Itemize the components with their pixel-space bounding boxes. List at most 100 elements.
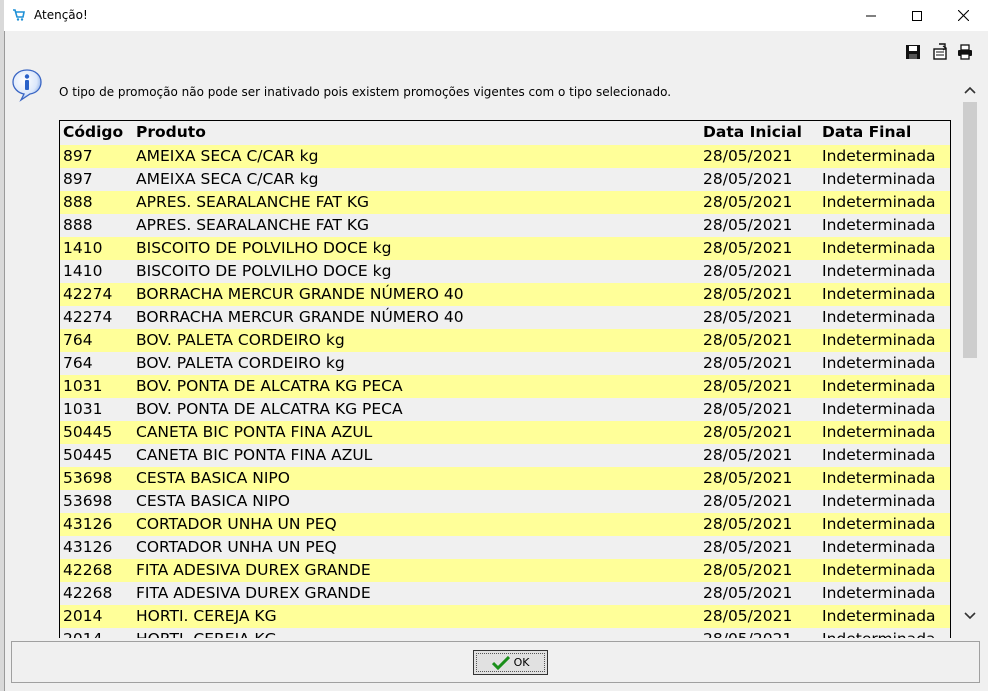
table-row[interactable]: 43126 CORTADOR UNHA UN PEQ 28/05/2021 Indet… — [60, 513, 950, 536]
cell-codigo: 43126 — [63, 538, 113, 556]
table-row[interactable]: 897 AMEIXA SECA C/CAR kg 28/05/2021 Indeter… — [60, 168, 950, 191]
cell-codigo: 764 — [63, 354, 93, 372]
table-row[interactable]: 43126 CORTADOR UNHA UN PEQ 28/05/2021 Indet… — [60, 536, 950, 559]
cell-codigo: 1031 — [63, 400, 103, 418]
cell-data-final: Indeterminada — [822, 538, 936, 556]
table-row[interactable]: 53698 CESTA BASICA NIPO 28/05/2021 Indeterm… — [60, 490, 950, 513]
cell-data-final: Indeterminada — [822, 285, 936, 303]
cell-data-final: Indeterminada — [822, 193, 936, 211]
cell-codigo: 1410 — [63, 239, 103, 257]
save-icon[interactable] — [904, 43, 922, 61]
cell-produto: BOV. PALETA CORDEIRO kg — [136, 354, 345, 372]
cell-produto: HORTI. CEREJA KG — [136, 607, 277, 625]
cell-data-final: Indeterminada — [822, 308, 936, 326]
table-header: Código Produto Data Inicial Data Final — [60, 121, 950, 145]
cell-data-inicial: 28/05/2021 — [703, 607, 793, 625]
cell-produto: AMEIXA SECA C/CAR kg — [136, 170, 319, 188]
print-icon[interactable] — [956, 43, 974, 61]
cell-codigo: 42274 — [63, 285, 113, 303]
cell-produto: CANETA BIC PONTA FINA AZUL — [136, 446, 373, 464]
cell-codigo: 42268 — [63, 561, 113, 579]
header-data-final: Data Final — [822, 123, 912, 141]
cell-data-final: Indeterminada — [822, 170, 936, 188]
ok-label: OK — [513, 656, 530, 669]
cell-data-final: Indeterminada — [822, 147, 936, 165]
cell-data-inicial: 28/05/2021 — [703, 492, 793, 510]
cell-codigo: 50445 — [63, 423, 113, 441]
cell-data-final: Indeterminada — [822, 354, 936, 372]
cell-produto: APRES. SEARALANCHE FAT KG — [136, 216, 370, 234]
cell-data-inicial: 28/05/2021 — [703, 216, 793, 234]
table-row[interactable]: 1031 BOV. PONTA DE ALCATRA KG PECA 28/05/2… — [60, 375, 950, 398]
cell-data-final: Indeterminada — [822, 584, 936, 602]
minimize-button[interactable] — [848, 0, 894, 31]
table-row[interactable]: 888 APRES. SEARALANCHE FAT KG 28/05/2021 In… — [60, 191, 950, 214]
cell-codigo: 42274 — [63, 308, 113, 326]
cell-codigo: 888 — [63, 193, 93, 211]
info-icon — [12, 69, 42, 102]
cell-data-inicial: 28/05/2021 — [703, 561, 793, 579]
ok-button[interactable]: OK — [473, 650, 548, 675]
close-icon — [957, 10, 969, 21]
cell-produto: CANETA BIC PONTA FINA AZUL — [136, 423, 373, 441]
cell-data-inicial: 28/05/2021 — [703, 538, 793, 556]
table-row[interactable]: 1410 BISCOITO DE POLVILHO DOCE kg 28/05/20… — [60, 237, 950, 260]
check-icon — [491, 655, 510, 670]
table-row[interactable]: 53698 CESTA BASICA NIPO 28/05/2021 Indeterm… — [60, 467, 950, 490]
left-window-edge — [0, 0, 5, 691]
cell-produto: BORRACHA MERCUR GRANDE NÚMERO 40 — [136, 308, 464, 326]
table-row[interactable]: 1031 BOV. PONTA DE ALCATRA KG PECA 28/05/2… — [60, 398, 950, 421]
scroll-up-arrow-icon[interactable] — [961, 80, 979, 100]
cell-produto: BISCOITO DE POLVILHO DOCE kg — [136, 262, 392, 280]
table-row[interactable]: 50445 CANETA BIC PONTA FINA AZUL 28/05/202… — [60, 444, 950, 467]
cell-data-inicial: 28/05/2021 — [703, 423, 793, 441]
table-row[interactable]: 42274 BORRACHA MERCUR GRANDE NÚMERO 40 28/… — [60, 306, 950, 329]
cell-codigo: 42268 — [63, 584, 113, 602]
title-bar: Atenção! — [4, 0, 988, 31]
promotions-table: Código Produto Data Inicial Data Final 8… — [59, 120, 951, 638]
cell-data-final: Indeterminada — [822, 630, 936, 638]
table-row[interactable]: 2014 HORTI. CEREJA KG 28/05/2021 Indetermin… — [60, 628, 950, 638]
scroll-thumb[interactable] — [963, 102, 977, 358]
table-row[interactable]: 2014 HORTI. CEREJA KG 28/05/2021 Indetermin… — [60, 605, 950, 628]
cell-produto: BOV. PALETA CORDEIRO kg — [136, 331, 345, 349]
table-row[interactable]: 50445 CANETA BIC PONTA FINA AZUL 28/05/202… — [60, 421, 950, 444]
table-row[interactable]: 888 APRES. SEARALANCHE FAT KG 28/05/2021 In… — [60, 214, 950, 237]
cart-icon — [13, 9, 25, 21]
window-title: Atenção! — [34, 8, 88, 22]
cell-data-final: Indeterminada — [822, 561, 936, 579]
cell-codigo: 2014 — [63, 630, 102, 638]
table-row[interactable]: 42268 FITA ADESIVA DUREX GRANDE 28/05/2021… — [60, 559, 950, 582]
cell-codigo: 897 — [63, 170, 93, 188]
cell-produto: FITA ADESIVA DUREX GRANDE — [136, 584, 371, 602]
cell-produto: CORTADOR UNHA UN PEQ — [136, 538, 337, 556]
table-row[interactable]: 764 BOV. PALETA CORDEIRO kg 28/05/2021 Inde… — [60, 329, 950, 352]
cell-data-inicial: 28/05/2021 — [703, 285, 793, 303]
maximize-button[interactable] — [894, 0, 940, 31]
scroll-down-arrow-icon[interactable] — [961, 606, 979, 626]
table-row[interactable]: 764 BOV. PALETA CORDEIRO kg 28/05/2021 Inde… — [60, 352, 950, 375]
cell-data-inicial: 28/05/2021 — [703, 354, 793, 372]
cell-data-inicial: 28/05/2021 — [703, 308, 793, 326]
cell-data-final: Indeterminada — [822, 331, 936, 349]
table-row[interactable]: 42274 BORRACHA MERCUR GRANDE NÚMERO 40 28/… — [60, 283, 950, 306]
vertical-scrollbar[interactable] — [961, 80, 979, 628]
table-row[interactable]: 897 AMEIXA SECA C/CAR kg 28/05/2021 Indeter… — [60, 145, 950, 168]
cell-data-final: Indeterminada — [822, 400, 936, 418]
close-button[interactable] — [940, 0, 986, 31]
table-row[interactable]: 1410 BISCOITO DE POLVILHO DOCE kg 28/05/20… — [60, 260, 950, 283]
cell-codigo: 53698 — [63, 469, 113, 487]
header-data-inicial: Data Inicial — [703, 123, 802, 141]
cell-data-inicial: 28/05/2021 — [703, 446, 793, 464]
export-icon[interactable] — [931, 43, 949, 61]
cell-data-inicial: 28/05/2021 — [703, 377, 793, 395]
cell-data-final: Indeterminada — [822, 216, 936, 234]
cell-produto: FITA ADESIVA DUREX GRANDE — [136, 561, 371, 579]
cell-data-final: Indeterminada — [822, 377, 936, 395]
cell-data-inicial: 28/05/2021 — [703, 400, 793, 418]
cell-data-final: Indeterminada — [822, 492, 936, 510]
cell-data-inicial: 28/05/2021 — [703, 193, 793, 211]
table-row[interactable]: 42268 FITA ADESIVA DUREX GRANDE 28/05/2021… — [60, 582, 950, 605]
cell-data-final: Indeterminada — [822, 607, 936, 625]
cell-codigo: 897 — [63, 147, 93, 165]
